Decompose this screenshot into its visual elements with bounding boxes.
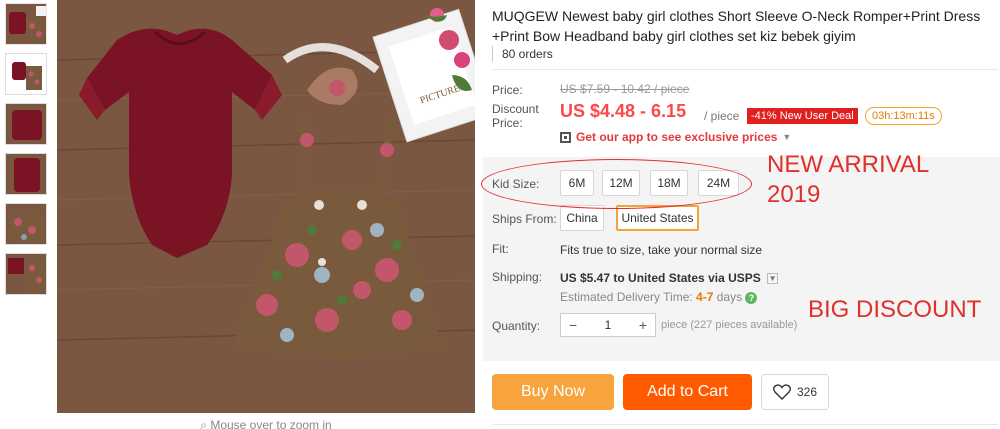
thumbnail-3[interactable] <box>5 103 47 145</box>
size-option-18m[interactable]: 18M <box>650 170 688 196</box>
chevron-down-icon[interactable]: ▼ <box>767 273 779 285</box>
product-title: MUQGEW Newest baby girl clothes Short Sl… <box>492 8 981 44</box>
thumbnail-2[interactable] <box>5 53 47 95</box>
zoom-icon: ⌕ <box>200 418 211 429</box>
thumbnail-4-image <box>6 154 46 194</box>
order-count: 80 orders <box>492 46 561 62</box>
thumbnail-list <box>5 3 49 303</box>
size-option-24m[interactable]: 24M <box>698 170 739 196</box>
divider <box>492 424 998 425</box>
size-option-6m[interactable]: 6M <box>560 170 594 196</box>
original-price: US $7.59 - 10.42 / piece <box>560 82 690 96</box>
discount-price-label: Discount Price: <box>492 102 539 130</box>
thumbnail-3-image <box>6 104 46 144</box>
heart-icon <box>773 384 791 400</box>
wishlist-button[interactable]: 326 <box>761 374 829 410</box>
thumbnail-1[interactable] <box>5 3 47 45</box>
new-user-deal-badge: -41% New User Deal <box>747 108 858 124</box>
buy-now-button[interactable]: Buy Now <box>492 374 614 410</box>
thumbnail-2-image <box>6 54 46 94</box>
thumbnail-4[interactable] <box>5 153 47 195</box>
thumbnail-6-image <box>6 254 46 294</box>
available-pieces: piece (227 pieces available) <box>661 319 798 331</box>
fit-label: Fit: <box>492 242 509 256</box>
price-unit: / piece <box>704 109 740 123</box>
thumbnail-5-image <box>6 204 46 244</box>
kid-size-label: Kid Size: <box>492 177 540 191</box>
price-label: Price: <box>492 83 523 97</box>
quantity-stepper: − 1 + <box>560 313 656 337</box>
shipping-price: US $5.47 <box>560 271 611 285</box>
kid-size-options: 6M 12M 18M 24M <box>560 170 760 196</box>
new-arrival-text: NEW ARRIVAL 2019 <box>767 151 930 208</box>
discount-price: US $4.48 - 6.15 <box>560 101 687 121</box>
ships-from-united-states[interactable]: United States <box>616 205 699 231</box>
zoom-hint: ⌕ Mouse over to zoom in <box>57 418 475 429</box>
qr-code-icon <box>560 131 571 143</box>
quantity-input[interactable]: 1 <box>585 314 631 336</box>
add-to-cart-button[interactable]: Add to Cart <box>623 374 752 410</box>
app-promo-link[interactable]: Get our app to see exclusive prices ▼ <box>560 130 791 144</box>
big-discount-text: BIG DISCOUNT <box>808 296 982 323</box>
quantity-decrease-button[interactable]: − <box>561 314 585 336</box>
wishlist-count: 326 <box>796 385 818 399</box>
size-option-12m[interactable]: 12M <box>602 170 640 196</box>
ships-from-options: China United States <box>560 205 710 231</box>
delivery-estimate: Estimated Delivery Time: 4-7 days ? <box>560 290 758 304</box>
shipping-info[interactable]: US $5.47 to United States via USPS ▼ <box>560 271 779 285</box>
deal-countdown: 03h:13m:11s <box>865 107 942 125</box>
main-product-image[interactable]: PICTURE <box>57 0 475 413</box>
thumbnail-5[interactable] <box>5 203 47 245</box>
thumbnail-1-image <box>6 4 46 44</box>
divider <box>492 69 998 70</box>
product-details: MUQGEW Newest baby girl clothes Short Sl… <box>483 0 1000 429</box>
quantity-label: Quantity: <box>492 319 541 333</box>
ships-from-label: Ships From: <box>492 212 557 226</box>
help-icon[interactable]: ? <box>745 291 758 304</box>
ships-from-china[interactable]: China <box>560 205 604 231</box>
fit-description: Fits true to size, take your normal size <box>560 243 763 257</box>
thumbnail-6[interactable] <box>5 253 47 295</box>
caret-down-icon: ▼ <box>782 132 792 142</box>
shipping-label: Shipping: <box>492 270 543 284</box>
shipping-destination: to United States via USPS <box>613 271 761 285</box>
quantity-increase-button[interactable]: + <box>631 314 655 336</box>
product-photo: PICTURE <box>57 0 475 413</box>
